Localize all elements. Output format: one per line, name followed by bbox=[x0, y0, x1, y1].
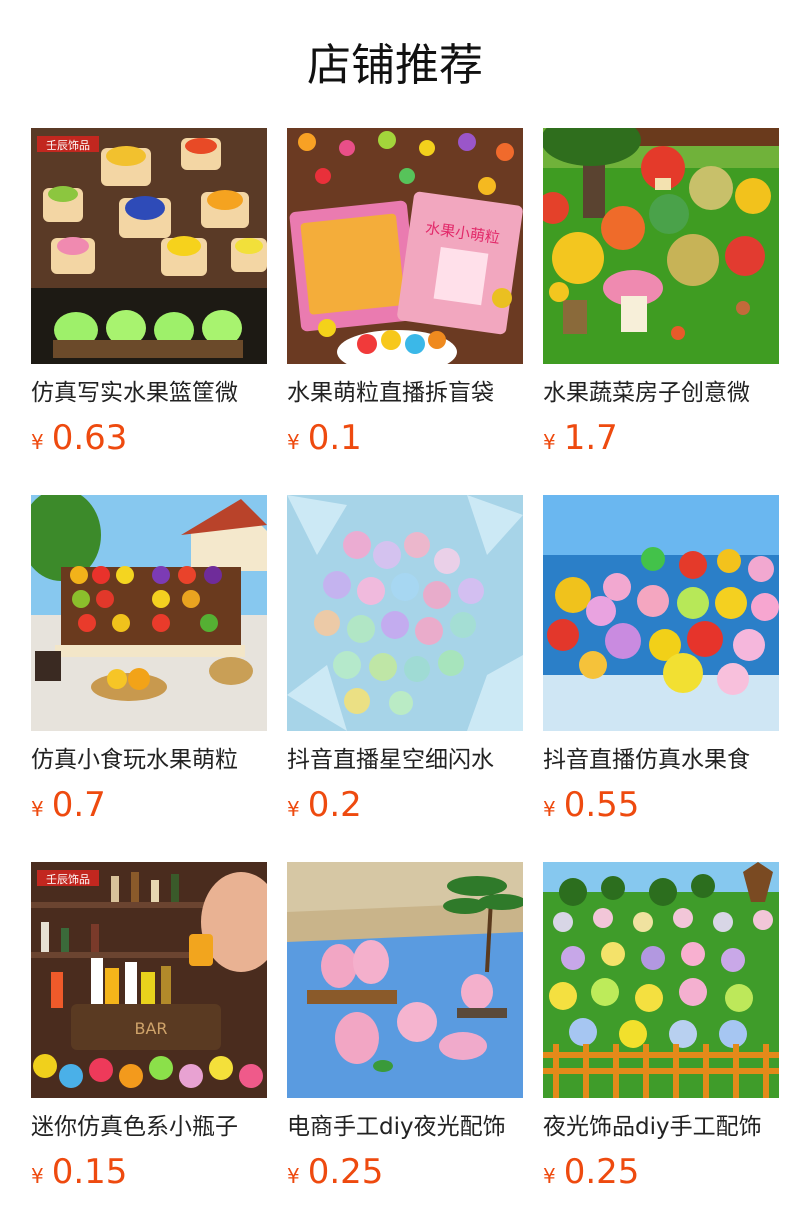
product-card[interactable]: 壬辰饰品 仿真写实水果篮筐微 ¥0.63 bbox=[31, 128, 267, 458]
product-image[interactable] bbox=[31, 495, 267, 731]
product-price: ¥0.25 bbox=[543, 1152, 779, 1192]
price-amount: 0.1 bbox=[307, 418, 362, 458]
price-amount: 0.25 bbox=[307, 1152, 384, 1192]
currency-symbol: ¥ bbox=[31, 797, 44, 821]
product-image[interactable] bbox=[543, 128, 779, 364]
brand-watermark: 壬辰饰品 bbox=[46, 872, 90, 886]
price-amount: 0.7 bbox=[51, 785, 106, 825]
product-card[interactable]: 抖音直播星空细闪水 ¥0.2 bbox=[287, 495, 523, 825]
product-price: ¥0.15 bbox=[31, 1152, 267, 1192]
product-image[interactable] bbox=[543, 495, 779, 731]
product-name[interactable]: 夜光饰品diy手工配饰 bbox=[543, 1112, 779, 1142]
product-price: ¥0.2 bbox=[287, 785, 523, 825]
price-amount: 0.2 bbox=[307, 785, 362, 825]
product-price: ¥0.55 bbox=[543, 785, 779, 825]
currency-symbol: ¥ bbox=[543, 797, 556, 821]
product-name[interactable]: 电商手工diy夜光配饰 bbox=[287, 1112, 523, 1142]
product-image[interactable] bbox=[543, 862, 779, 1098]
product-name[interactable]: 抖音直播星空细闪水 bbox=[287, 745, 523, 775]
product-card[interactable]: 夜光饰品diy手工配饰 ¥0.25 bbox=[543, 862, 779, 1192]
price-amount: 0.63 bbox=[51, 418, 128, 458]
price-amount: 0.15 bbox=[51, 1152, 128, 1192]
product-card[interactable]: 仿真小食玩水果萌粒 ¥0.7 bbox=[31, 495, 267, 825]
page-title: 店铺推荐 bbox=[307, 40, 483, 91]
product-card[interactable]: 电商手工diy夜光配饰 ¥0.25 bbox=[287, 862, 523, 1192]
product-name[interactable]: 仿真小食玩水果萌粒 bbox=[31, 745, 267, 775]
product-name[interactable]: 抖音直播仿真水果食 bbox=[543, 745, 779, 775]
currency-symbol: ¥ bbox=[287, 430, 300, 454]
product-card[interactable]: 水果蔬菜房子创意微 ¥1.7 bbox=[543, 128, 779, 458]
product-name[interactable]: 迷你仿真色系小瓶子 bbox=[31, 1112, 267, 1142]
product-image[interactable]: 水果小萌粒 bbox=[287, 128, 523, 364]
product-image[interactable]: 壬辰饰品 bbox=[31, 128, 267, 364]
currency-symbol: ¥ bbox=[543, 1164, 556, 1188]
product-price: ¥1.7 bbox=[543, 418, 779, 458]
product-card[interactable]: BAR 壬辰饰品 迷你仿真色系小瓶子 ¥0.15 bbox=[31, 862, 267, 1192]
product-image[interactable] bbox=[287, 862, 523, 1098]
currency-symbol: ¥ bbox=[543, 430, 556, 454]
currency-symbol: ¥ bbox=[31, 1164, 44, 1188]
product-name[interactable]: 水果蔬菜房子创意微 bbox=[543, 378, 779, 408]
currency-symbol: ¥ bbox=[31, 430, 44, 454]
currency-symbol: ¥ bbox=[287, 797, 300, 821]
product-card[interactable]: 抖音直播仿真水果食 ¥0.55 bbox=[543, 495, 779, 825]
currency-symbol: ¥ bbox=[287, 1164, 300, 1188]
product-price: ¥0.7 bbox=[31, 785, 267, 825]
brand-watermark: 壬辰饰品 bbox=[46, 138, 90, 152]
price-amount: 0.25 bbox=[563, 1152, 640, 1192]
product-price: ¥0.1 bbox=[287, 418, 523, 458]
product-grid: 壬辰饰品 仿真写实水果篮筐微 ¥0.63 水果小萌粒 水果萌粒直播拆盲袋 ¥ 0… bbox=[31, 128, 779, 1192]
product-image[interactable]: BAR 壬辰饰品 bbox=[31, 862, 267, 1098]
product-image[interactable] bbox=[287, 495, 523, 731]
price-amount: 0.55 bbox=[563, 785, 640, 825]
product-price: ¥0.63 bbox=[31, 418, 267, 458]
bar-sign-text: BAR bbox=[134, 1019, 167, 1038]
price-amount: 1.7 bbox=[563, 418, 618, 458]
product-price: ¥0.25 bbox=[287, 1152, 523, 1192]
product-name[interactable]: 仿真写实水果篮筐微 bbox=[31, 378, 267, 408]
product-card[interactable]: 水果小萌粒 水果萌粒直播拆盲袋 ¥0.1 bbox=[287, 128, 523, 458]
product-name[interactable]: 水果萌粒直播拆盲袋 bbox=[287, 378, 523, 408]
